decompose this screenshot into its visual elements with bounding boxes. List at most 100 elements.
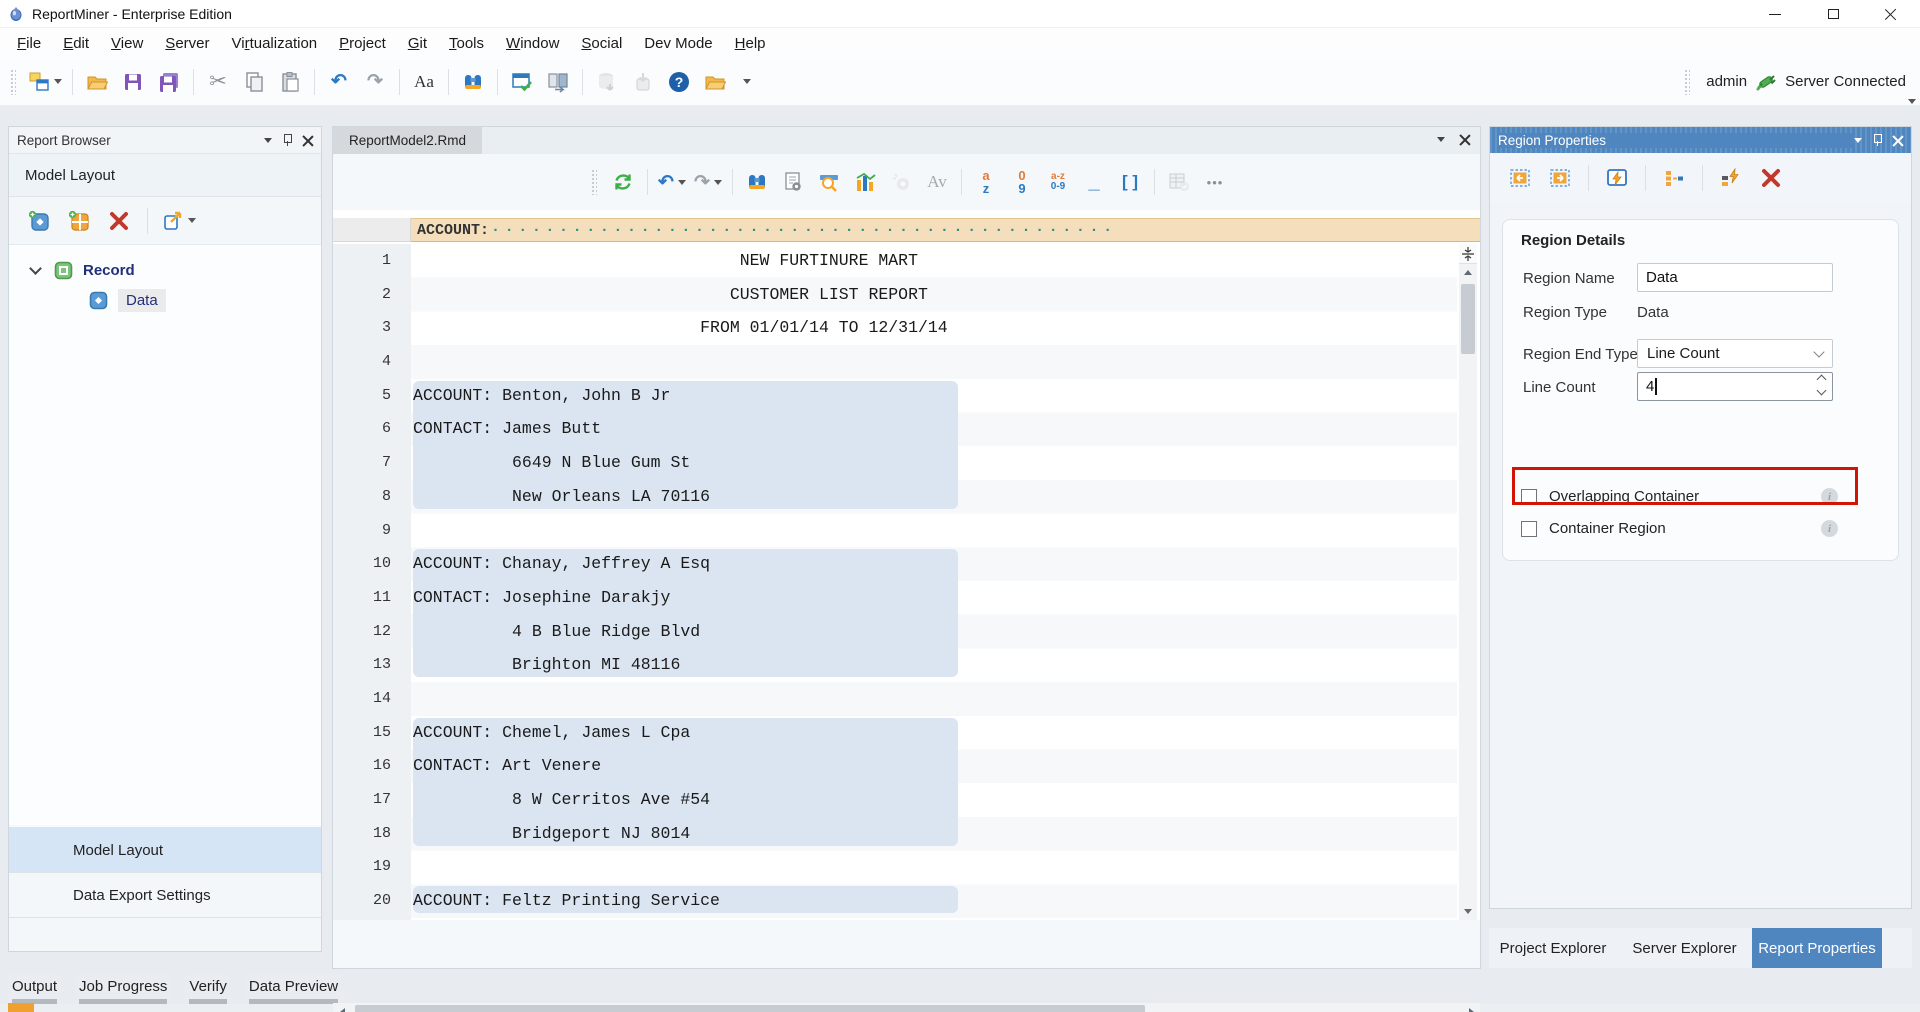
overlapping-container-checkbox[interactable]	[1521, 489, 1537, 505]
scroll-left-arrow[interactable]	[333, 1004, 351, 1012]
menu-item-project[interactable]: Project	[328, 31, 397, 56]
scroll-up-arrow[interactable]	[1459, 264, 1477, 281]
doc-line[interactable]: 16CONTACT: Art Venere	[333, 749, 1457, 783]
info-icon[interactable]: i	[1821, 520, 1838, 537]
tree-item-data[interactable]: Data	[9, 285, 321, 315]
compare-button[interactable]	[541, 65, 575, 99]
report-options-button[interactable]	[776, 165, 810, 199]
tab-list-caret[interactable]	[1437, 137, 1445, 142]
more-tools-button[interactable]: •••	[1198, 165, 1232, 199]
menu-item-file[interactable]: File	[6, 31, 52, 56]
undo-button[interactable]: ↶	[322, 65, 356, 99]
refresh-button[interactable]	[606, 165, 640, 199]
verify-table-button[interactable]	[1162, 165, 1196, 199]
tab-verify[interactable]: Verify	[185, 974, 231, 1006]
tree-item-record[interactable]: Record	[9, 255, 321, 285]
menu-item-dev-mode[interactable]: Dev Mode	[633, 31, 723, 56]
panel-close-icon[interactable]	[1892, 135, 1903, 146]
doc-line[interactable]: 9	[333, 514, 1457, 548]
line-count-spinner[interactable]	[1818, 376, 1825, 394]
tab-job-progress[interactable]: Job Progress	[75, 974, 171, 1006]
menu-item-git[interactable]: Git	[397, 31, 438, 56]
nav-model-layout[interactable]: Model Layout	[9, 827, 321, 872]
vertical-scrollbar[interactable]	[1459, 244, 1477, 920]
doc-line[interactable]: 20ACCOUNT: Feltz Printing Service	[333, 884, 1457, 918]
add-fields-button[interactable]	[62, 204, 96, 238]
doc-line[interactable]: 15ACCOUNT: Chemel, James L Cpa	[333, 716, 1457, 750]
doc-line[interactable]: 5ACCOUNT: Benton, John B Jr	[333, 379, 1457, 413]
split-handle-icon[interactable]	[1459, 244, 1477, 264]
open-report-button[interactable]	[698, 65, 732, 99]
doc-line[interactable]: 2 CUSTOMER LIST REPORT	[333, 278, 1457, 312]
menu-item-server[interactable]: Server	[154, 31, 220, 56]
doc-toolbar-grip[interactable]	[591, 169, 597, 195]
tab-reportmodel2[interactable]: ReportModel2.Rmd	[333, 127, 482, 154]
font-button[interactable]: Aa	[407, 65, 441, 99]
menu-item-view[interactable]: View	[100, 31, 154, 56]
toolbar-options-caret[interactable]	[1908, 99, 1916, 104]
close-button[interactable]	[1862, 0, 1920, 28]
panel-close-icon[interactable]	[302, 135, 313, 146]
menu-item-tools[interactable]: Tools	[438, 31, 495, 56]
tab-server-explorer[interactable]: Server Explorer	[1617, 928, 1752, 968]
container-region-row[interactable]: Container Region	[1521, 520, 1666, 537]
container-region-checkbox[interactable]	[1521, 521, 1537, 537]
menu-item-edit[interactable]: Edit	[52, 31, 100, 56]
doc-line[interactable]: 13 Brighton MI 48116	[333, 648, 1457, 682]
doc-line[interactable]: 1 NEW FURTINURE MART	[333, 244, 1457, 278]
vertical-scroll-thumb[interactable]	[1461, 284, 1475, 354]
menu-item-window[interactable]: Window	[495, 31, 570, 56]
database-lookup-button[interactable]	[590, 65, 624, 99]
redo-button[interactable]: ↷	[358, 65, 392, 99]
doc-line[interactable]: 10ACCOUNT: Chanay, Jeffrey A Esq	[333, 547, 1457, 581]
pin-icon[interactable]	[282, 134, 292, 146]
new-report-model-button[interactable]	[25, 65, 65, 99]
doc-line[interactable]: 19	[333, 850, 1457, 884]
add-numeric-field-button[interactable]: 0 9	[1005, 165, 1039, 199]
export-button[interactable]	[159, 204, 199, 238]
export-dropdown-caret[interactable]	[188, 218, 196, 223]
doc-line[interactable]: 7 6649 N Blue Gum St	[333, 446, 1457, 480]
menu-item-social[interactable]: Social	[570, 31, 633, 56]
tab-output[interactable]: Output	[8, 974, 61, 1006]
toolbar-drag-grip[interactable]	[10, 69, 16, 95]
horizontal-scroll-thumb[interactable]	[355, 1005, 1145, 1012]
tab-report-properties[interactable]: Report Properties	[1752, 928, 1882, 968]
nav-data-export-settings[interactable]: Data Export Settings	[9, 872, 321, 917]
doc-line[interactable]: 12 4 B Blue Ridge Blvd	[333, 615, 1457, 649]
info-icon[interactable]: i	[1821, 488, 1838, 505]
scroll-right-arrow[interactable]	[1462, 1004, 1480, 1012]
region-name-input[interactable]: Data	[1637, 263, 1833, 292]
doc-line[interactable]: 14	[333, 682, 1457, 716]
find-button[interactable]	[456, 65, 490, 99]
add-region-button[interactable]	[22, 204, 56, 238]
doc-undo-button[interactable]: ↶	[655, 165, 689, 199]
doc-line[interactable]: 8 New Orleans LA 70116	[333, 480, 1457, 514]
next-region-button[interactable]	[1543, 161, 1577, 195]
add-bracket-field-button[interactable]: [ ]	[1113, 165, 1147, 199]
new-dropdown-caret[interactable]	[54, 79, 62, 84]
delete-region-button[interactable]	[1754, 161, 1788, 195]
delete-node-button[interactable]	[102, 204, 136, 238]
doc-font-button[interactable]: Av	[920, 165, 954, 199]
menu-item-virtualization[interactable]: Virtualization	[221, 31, 329, 56]
toolbar-overflow-caret[interactable]	[743, 79, 751, 84]
maximize-button[interactable]	[1804, 0, 1862, 28]
copy-button[interactable]	[237, 65, 271, 99]
tab-data-preview[interactable]: Data Preview	[245, 974, 342, 1006]
expander-chevron-icon[interactable]	[29, 262, 42, 275]
redo-history-caret[interactable]	[714, 180, 722, 185]
panel-menu-caret[interactable]	[264, 138, 272, 143]
add-alphanumeric-field-button[interactable]: a-z 0-9	[1041, 165, 1075, 199]
auto-parse-region-button[interactable]	[1600, 161, 1634, 195]
region-header-row[interactable]: ACCOUNT: ·······························…	[333, 218, 1480, 242]
pin-icon[interactable]	[1872, 134, 1882, 146]
doc-line[interactable]: 18 Bridgeport NJ 8014	[333, 817, 1457, 851]
field-list-button[interactable]	[1657, 161, 1691, 195]
paste-button[interactable]	[273, 65, 307, 99]
scroll-down-arrow[interactable]	[1459, 903, 1477, 920]
server-area-grip[interactable]	[1684, 69, 1690, 95]
auto-create-fields-button[interactable]	[1714, 161, 1748, 195]
tab-close-icon[interactable]	[1459, 134, 1470, 145]
previous-region-button[interactable]	[1503, 161, 1537, 195]
